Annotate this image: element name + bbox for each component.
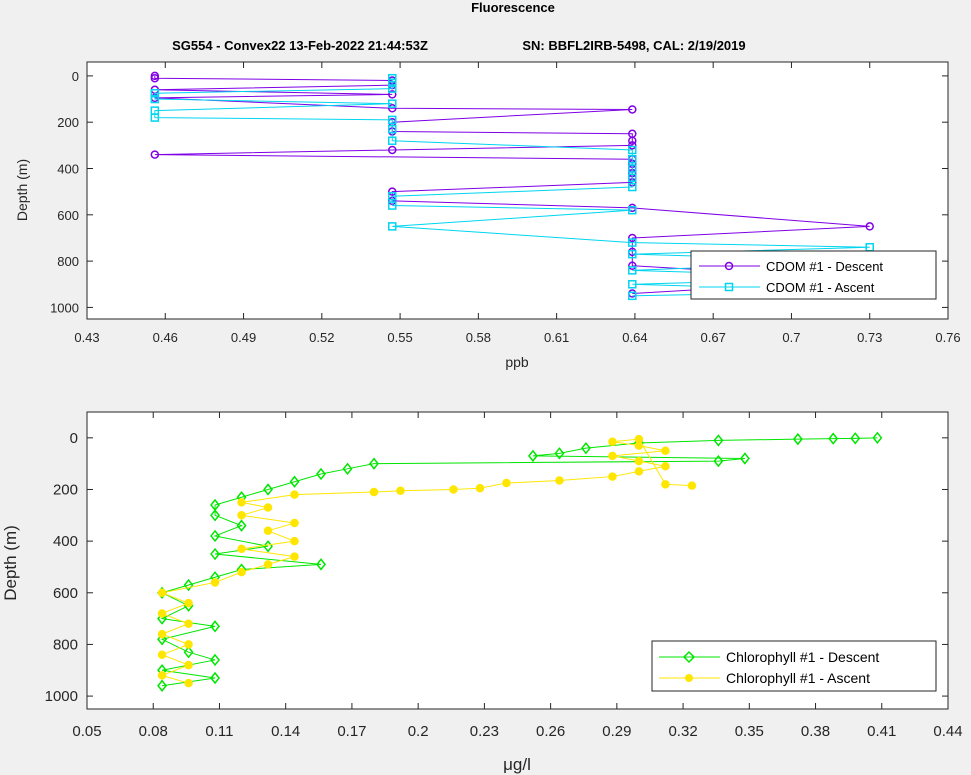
cdom-axes: 0.43 0.46 0.49 0.52 0.55 0.58 0.61 0.64 0.67 0.7 0… <box>14 61 961 370</box>
chlorophyll-1-ascent-point <box>634 456 644 466</box>
chlorophyll-xtick-label: 0.35 <box>735 723 764 740</box>
chlorophyll-legend-ascent-marker <box>685 674 693 682</box>
cdom-legend-descent-label: CDOM #1 - Descent <box>766 259 883 274</box>
chlorophyll-ytick-label: 1000 <box>45 688 78 705</box>
cdom-ylabel: Depth (m) <box>14 159 30 221</box>
chlorophyll-1-ascent-point <box>263 503 273 512</box>
cdom-ytick-label: 0 <box>72 69 79 84</box>
cdom-xtick-label: 0.67 <box>701 330 726 345</box>
chlorophyll-1-ascent-point <box>184 619 193 629</box>
cdom-xtick-label: 0.76 <box>935 330 960 345</box>
chlorophyll-legend-descent-label: Chlorophyll #1 - Descent <box>726 649 879 665</box>
chlorophyll-1-ascent-point <box>184 640 193 649</box>
cdom-ytick-label: 400 <box>57 162 79 177</box>
chlorophyll-1-ascent-point <box>157 609 167 618</box>
chlorophyll-xtick-label: 0.29 <box>602 723 631 740</box>
cdom-xtick-label: 0.73 <box>857 330 882 345</box>
chlorophyll-1-ascent-point <box>290 518 299 528</box>
cdom-xtick-label: 0.43 <box>74 330 99 345</box>
chlorophyll-xtick-label: 0.05 <box>72 723 101 740</box>
chlorophyll-xtick-label: 0.14 <box>271 723 300 740</box>
chlorophyll-1-ascent-point <box>157 650 167 660</box>
cdom-ytick-label: 200 <box>57 115 79 130</box>
chlorophyll-1-ascent-point <box>184 678 193 688</box>
chlorophyll-1-ascent-point <box>157 588 167 598</box>
cdom-xtick-label: 0.61 <box>544 330 569 345</box>
chlorophyll-1-ascent-point <box>608 437 617 446</box>
chlorophyll-1-ascent-point <box>661 446 670 455</box>
chlorophyll-xtick-label: 0.38 <box>801 723 830 740</box>
cdom-xtick-label: 0.55 <box>387 330 412 345</box>
chlorophyll-1-ascent-point <box>502 478 511 488</box>
chlorophyll-1-ascent-point <box>661 480 670 489</box>
chlorophyll-xtick-label: 0.44 <box>933 723 962 740</box>
chlorophyll-xtick-label: 0.17 <box>337 723 366 740</box>
chlorophyll-xtick-label: 0.2 <box>408 723 429 740</box>
cdom-legend-ascent-label: CDOM #1 - Ascent <box>766 280 875 295</box>
chlorophyll-xtick-label: 0.11 <box>205 723 233 740</box>
chlorophyll-1-ascent-point <box>237 511 246 520</box>
chlorophyll-1-ascent-point <box>608 472 617 481</box>
chlorophyll-1-ascent-point <box>290 552 299 561</box>
chlorophyll-1-ascent-point <box>263 560 273 569</box>
cdom-xtick-label: 0.52 <box>309 330 334 345</box>
chlorophyll-legend-ascent-label: Chlorophyll #1 - Ascent <box>726 670 870 686</box>
cdom-xtick-label: 0.58 <box>466 330 491 345</box>
chlorophyll-ytick-label: 800 <box>53 636 78 653</box>
chlorophyll-1-ascent-point <box>634 467 644 476</box>
chlorophyll-1-ascent-point <box>608 451 617 461</box>
chlorophyll-ytick-label: 200 <box>53 481 78 498</box>
chlorophyll-xtick-label: 0.32 <box>668 723 697 740</box>
cdom-xlabel: ppb <box>505 354 529 370</box>
cdom-xtick-label: 0.7 <box>782 330 800 345</box>
chlorophyll-xlabel: μg/l <box>503 755 531 774</box>
cdom-ytick-label: 600 <box>57 208 79 223</box>
cdom-ytick-label: 1000 <box>50 300 79 315</box>
chlorophyll-1-ascent-point <box>290 490 299 499</box>
chlorophyll-legend: Chlorophyll #1 - Descent Chlorophyll #1 … <box>651 640 937 692</box>
chlorophyll-1-ascent-point <box>634 434 644 444</box>
chlorophyll-1-ascent-point <box>237 498 246 507</box>
chlorophyll-ytick-label: 400 <box>53 533 78 550</box>
chlorophyll-axes: 0.05 0.08 0.11 0.14 0.17 0.2 0.23 0.26 0.29 0.32 0… <box>1 411 963 774</box>
chlorophyll-1-ascent-point <box>237 544 246 554</box>
chlorophyll-ylabel: Depth (m) <box>1 525 20 601</box>
chlorophyll-xtick-label: 0.23 <box>470 723 499 740</box>
chlorophyll-1-ascent-point <box>396 486 405 496</box>
figure-title: Fluorescence <box>471 0 555 15</box>
chlorophyll-1-ascent-point <box>555 476 564 485</box>
cdom-xtick-label: 0.64 <box>622 330 647 345</box>
chlorophyll-1-ascent-point <box>184 598 193 608</box>
chlorophyll-1-ascent-point <box>184 660 193 670</box>
chlorophyll-1-ascent-point <box>263 526 273 536</box>
chlorophyll-1-ascent-point <box>687 481 697 490</box>
chlorophyll-1-ascent-point <box>475 483 485 493</box>
chlorophyll-1-ascent-point <box>157 629 167 639</box>
chlorophyll-xtick-label: 0.08 <box>139 723 168 740</box>
chlorophyll-1-ascent-point <box>661 461 670 471</box>
cdom-ytick-label: 800 <box>57 254 79 269</box>
cdom-legend: CDOM #1 - Descent CDOM #1 - Ascent <box>690 250 937 300</box>
figure-subtitle-left: SG554 - Convex22 13-Feb-2022 21:44:53Z <box>172 38 428 53</box>
figure-subtitle-right: SN: BBFL2IRB-5498, CAL: 2/19/2019 <box>522 38 745 53</box>
chlorophyll-xtick-label: 0.41 <box>867 723 896 740</box>
chlorophyll-1-ascent-point <box>157 671 167 680</box>
chlorophyll-1-ascent-point <box>369 487 379 497</box>
chlorophyll-1-ascent-point <box>237 567 246 577</box>
chlorophyll-1-ascent-point <box>290 536 299 546</box>
chlorophyll-xtick-label: 0.26 <box>536 723 565 740</box>
chlorophyll-1-ascent-point <box>210 578 220 587</box>
chlorophyll-ytick-label: 0 <box>70 430 78 447</box>
cdom-xtick-label: 0.49 <box>231 330 256 345</box>
cdom-xtick-label: 0.46 <box>153 330 178 345</box>
figure: Fluorescence SG554 - Convex22 13-Feb-202… <box>1 0 963 774</box>
chlorophyll-1-ascent-point <box>449 485 458 494</box>
chlorophyll-ytick-label: 600 <box>53 585 78 602</box>
